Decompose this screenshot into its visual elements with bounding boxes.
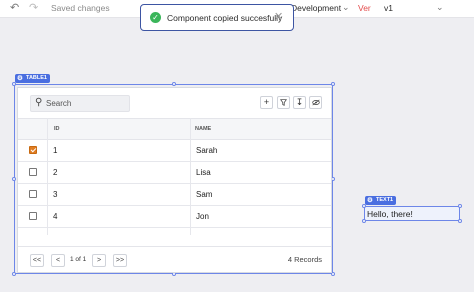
records-count: 4 Records xyxy=(287,255,322,264)
cell-name: Lisa xyxy=(196,168,211,177)
download-button[interactable]: ↧ xyxy=(293,96,306,109)
component-tag-label: TABLE1 xyxy=(26,75,47,81)
cell-id: 2 xyxy=(53,168,58,177)
table-row[interactable]: 2 Lisa xyxy=(18,162,331,184)
prev-page-button[interactable]: < xyxy=(51,254,65,267)
toast-message: Component copied succesfully xyxy=(167,12,283,23)
check-circle-icon: ✓ xyxy=(150,12,161,23)
redo-icon[interactable]: ↷ xyxy=(29,2,38,15)
last-page-button[interactable]: >> xyxy=(113,254,127,267)
cell-id: 1 xyxy=(53,146,58,155)
search-input[interactable]: ⚲ Search xyxy=(30,95,130,112)
text-widget[interactable]: Hello, there! xyxy=(364,206,460,221)
filter-button[interactable] xyxy=(277,96,290,109)
plus-icon: + xyxy=(263,97,270,107)
table-row[interactable]: 3 Sam xyxy=(18,184,331,206)
environment-select[interactable]: Development xyxy=(291,3,341,13)
chevron-down-icon[interactable]: ⌄ xyxy=(342,2,350,13)
cell-id: 3 xyxy=(53,190,58,199)
gear-icon: ⚙ xyxy=(17,75,23,82)
table-footer: << < 1 of 1 > >> 4 Records xyxy=(18,246,331,272)
search-placeholder: Search xyxy=(46,99,72,108)
row-checkbox[interactable] xyxy=(29,146,37,154)
row-checkbox[interactable] xyxy=(29,168,37,176)
resize-handle[interactable] xyxy=(458,204,462,208)
component-tag-label: TEXT1 xyxy=(376,197,394,203)
resize-handle[interactable] xyxy=(331,82,335,86)
gear-icon: ⚙ xyxy=(367,197,373,204)
resize-handle[interactable] xyxy=(362,204,366,208)
chevron-down-icon[interactable]: ⌄ xyxy=(436,2,444,13)
next-page-button[interactable]: > xyxy=(92,254,106,267)
cell-name: Sam xyxy=(196,190,213,199)
text-widget-value: Hello, there! xyxy=(367,209,413,219)
close-icon[interactable]: ✕ xyxy=(274,10,283,23)
table-row[interactable]: 4 Jon xyxy=(18,206,331,228)
column-header-name[interactable]: NAME xyxy=(195,126,211,132)
column-header-id[interactable]: ID xyxy=(54,126,60,132)
undo-icon[interactable]: ↶ xyxy=(10,2,19,15)
resize-handle[interactable] xyxy=(362,219,366,223)
row-checkbox[interactable] xyxy=(29,212,37,220)
eye-off-icon xyxy=(311,99,320,106)
version-label[interactable]: Ver xyxy=(358,3,371,13)
download-icon: ↧ xyxy=(295,97,304,107)
search-icon: ⚲ xyxy=(35,97,43,108)
resize-handle[interactable] xyxy=(12,82,16,86)
add-row-button[interactable]: + xyxy=(260,96,273,109)
table-widget[interactable]: ⚲ Search + ↧ ID NAME 1 Sarah 2 Lisa 3 Sa… xyxy=(17,87,332,273)
resize-handle[interactable] xyxy=(12,272,16,276)
cell-name: Sarah xyxy=(196,146,218,155)
cell-name: Jon xyxy=(196,212,209,221)
saved-status: Saved changes xyxy=(51,3,110,13)
resize-handle[interactable] xyxy=(172,82,176,86)
page-info: 1 of 1 xyxy=(70,256,87,263)
table-row[interactable]: 1 Sarah xyxy=(18,140,331,162)
hide-columns-button[interactable] xyxy=(309,96,322,109)
resize-handle[interactable] xyxy=(458,219,462,223)
cell-id: 4 xyxy=(53,212,58,221)
component-tag-table[interactable]: ⚙ TABLE1 xyxy=(15,74,50,83)
filter-icon xyxy=(280,99,287,106)
component-tag-text[interactable]: ⚙ TEXT1 xyxy=(365,196,397,205)
row-checkbox[interactable] xyxy=(29,190,37,198)
resize-handle[interactable] xyxy=(12,177,16,181)
toast-notification: ✓ Component copied succesfully ✕ xyxy=(140,4,294,31)
version-value[interactable]: v1 xyxy=(384,3,393,13)
first-page-button[interactable]: << xyxy=(30,254,44,267)
table-header: ID NAME xyxy=(18,118,331,140)
